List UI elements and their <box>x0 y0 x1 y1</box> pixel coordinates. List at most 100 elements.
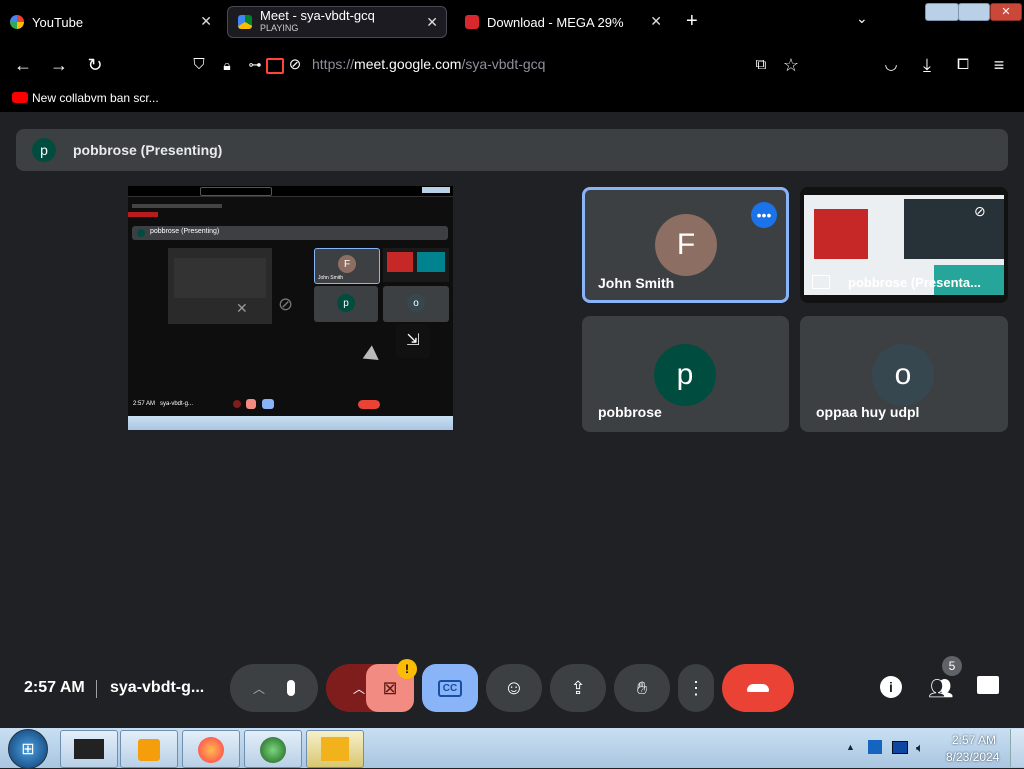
extensions-icon[interactable]: ⧠ <box>952 54 974 76</box>
mini-tab <box>200 187 272 196</box>
app-icon <box>321 737 349 761</box>
mini-time: 2:57 AM <box>133 401 156 407</box>
downloads-icon[interactable]: ⤓ <box>916 54 938 76</box>
camera-options-chevron-icon[interactable]: ︿ <box>353 680 365 697</box>
meeting-info-icon[interactable]: i <box>880 676 902 698</box>
picture-in-picture-icon[interactable]: ⧉ <box>750 54 772 76</box>
forward-icon[interactable]: → <box>48 54 70 76</box>
presenter-avatar: p <box>32 138 56 162</box>
mini-pip-icon: ⇲ <box>396 324 430 358</box>
reactions-button[interactable]: ☺ <box>486 664 542 712</box>
close-tab-icon[interactable]: ✕ <box>426 14 438 31</box>
mini-thumb-teal <box>417 252 445 272</box>
show-hidden-icons-icon[interactable]: ▲ <box>846 742 855 752</box>
google-icon <box>10 15 24 29</box>
mega-icon <box>465 15 479 29</box>
mini-url-bar <box>132 204 222 208</box>
mini-ctrl <box>233 400 241 408</box>
mini-tile-screen <box>383 248 449 282</box>
reload-icon[interactable]: ↻ <box>84 54 106 76</box>
mic-options-chevron-icon[interactable]: ︿ <box>253 680 265 697</box>
people-icon[interactable]: 👥︎ <box>928 676 953 701</box>
mini-ctrl-cam <box>246 399 256 409</box>
pocket-icon[interactable]: ◡ <box>880 54 902 76</box>
warning-badge: ! <box>397 659 417 679</box>
microphone-icon <box>287 680 295 696</box>
network-icon[interactable] <box>892 741 908 754</box>
screen-sharing-icon[interactable] <box>266 58 284 74</box>
participant-tile-oppaa[interactable]: o oppaa huy udpl <box>800 316 1008 432</box>
menu-icon[interactable]: ≡ <box>988 54 1010 76</box>
lock-icon[interactable]: 🔒︎ <box>216 54 238 76</box>
presenting-banner: p pobbrose (Presenting) <box>16 129 1008 171</box>
bookmark-item[interactable]: New collabvm ban scr... <box>32 91 159 105</box>
tab-list-chevron-icon[interactable]: ⌄ <box>856 10 868 27</box>
taskbar-app-downloader[interactable] <box>244 730 302 768</box>
url-bar[interactable]: https://meet.google.com/sya-vbdt-gcq <box>312 56 545 72</box>
tab-mega[interactable]: Download - MEGA 29% ✕ <box>455 6 670 38</box>
participant-tile-pobbrose[interactable]: p pobbrose <box>582 316 789 432</box>
mini-avatar-p: p <box>337 294 355 312</box>
start-button-icon[interactable]: ⊞ <box>8 729 48 769</box>
mini-end-call <box>358 400 380 409</box>
back-icon[interactable]: ← <box>12 54 34 76</box>
mini-avatar-f: F <box>338 255 356 273</box>
present-screen-icon: ⇪ <box>570 677 586 698</box>
microphone-control[interactable]: ︿ <box>230 664 318 712</box>
taskbar-app-media[interactable] <box>120 730 178 768</box>
mini-muted-icon: ✕ <box>236 300 248 316</box>
autoplay-blocked-icon[interactable]: ⊘ <box>284 54 306 76</box>
divider <box>96 680 97 698</box>
new-tab-icon[interactable]: + <box>686 10 698 33</box>
close-window-icon[interactable]: ✕ <box>990 3 1022 21</box>
participant-tile-screen-share[interactable]: ⊘ pobbrose (Presenta... <box>800 187 1008 303</box>
clock-time[interactable]: 2:57 AM <box>952 733 996 747</box>
minimize-window-icon[interactable] <box>925 3 959 21</box>
tray-app-icon[interactable] <box>868 740 882 754</box>
tab-playing-label: PLAYING <box>260 23 299 33</box>
participant-name: pobbrose (Presenta... <box>848 275 981 290</box>
clock-date[interactable]: 8/23/2024 <box>946 750 999 764</box>
mini-tile-john: F John Smith <box>314 248 380 284</box>
present-icon <box>812 275 830 289</box>
mini-tile-pobbrose: p <box>314 286 378 322</box>
more-vert-icon: ⋮ <box>687 677 705 698</box>
more-options-button[interactable]: ⋮ <box>678 664 714 712</box>
mini-presenter-label: pobbrose (Presenting) <box>150 228 220 235</box>
more-options-icon[interactable]: ••• <box>751 202 777 228</box>
mini-ctrl-cc <box>262 399 274 409</box>
thumb-video-red <box>814 209 868 259</box>
taskbar-app-active[interactable] <box>306 730 364 768</box>
avatar-p: p <box>654 344 716 406</box>
present-screen-button[interactable]: ⇪ <box>550 664 606 712</box>
mini-tab-bar <box>128 186 453 197</box>
firefox-icon <box>198 737 224 763</box>
restore-window-icon[interactable] <box>958 3 990 21</box>
hand-icon: ✋︎ <box>636 677 648 698</box>
tab-meet[interactable]: Meet - sya-vbdt-gcq PLAYING ✕ <box>227 6 447 38</box>
tab-title: Download - MEGA 29% <box>487 14 624 30</box>
close-tab-icon[interactable]: ✕ <box>200 13 212 30</box>
captions-button[interactable]: CC <box>422 664 478 712</box>
raise-hand-button[interactable]: ✋︎ <box>614 664 670 712</box>
show-desktop-button[interactable] <box>1010 729 1024 767</box>
close-tab-icon[interactable]: ✕ <box>650 13 662 30</box>
volume-icon[interactable]: 🔈︎ <box>916 740 924 756</box>
mini-shared-screen: ✕ <box>168 248 272 324</box>
shared-screen[interactable]: pobbrose (Presenting) ✕ F John Smith ⊘ p… <box>128 186 453 430</box>
participant-name: pobbrose <box>598 404 662 420</box>
bookmarks-bar: New collabvm ban scr... <box>0 86 1024 112</box>
permissions-icon[interactable]: ⊶ <box>244 54 266 76</box>
taskbar-app-firefox[interactable] <box>182 730 240 768</box>
participant-tile-john-smith[interactable]: F John Smith ••• <box>582 187 789 303</box>
shield-icon[interactable]: ⛉ <box>188 54 210 76</box>
end-call-button[interactable] <box>722 664 794 712</box>
end-call-icon <box>747 684 769 692</box>
bookmark-star-icon[interactable]: ☆ <box>780 54 802 76</box>
chat-icon[interactable] <box>977 676 999 694</box>
taskbar-app-terminal[interactable] <box>60 730 118 768</box>
meeting-code: sya-vbdt-g... <box>110 679 205 696</box>
mini-avatar-o: o <box>407 294 425 312</box>
tab-youtube[interactable]: YouTube ✕ <box>0 6 220 38</box>
url-path: /sya-vbdt-gcq <box>461 56 546 72</box>
